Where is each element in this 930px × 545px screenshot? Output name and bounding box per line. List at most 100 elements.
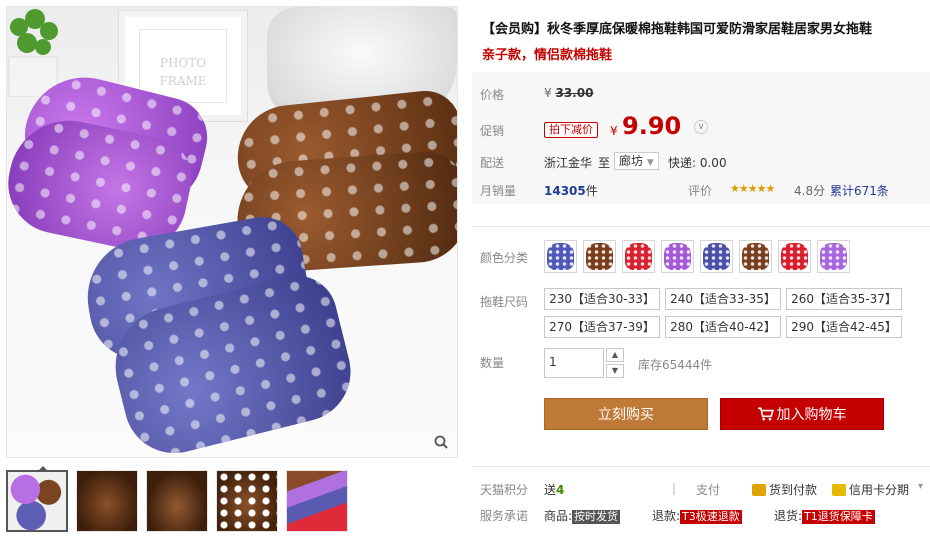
main-product-image[interactable]: PHOTO FRAME <box>6 6 458 458</box>
size-option-240[interactable]: 240【适合33-35】 <box>665 288 781 310</box>
divider <box>472 226 930 227</box>
divider <box>472 466 930 467</box>
destination-value: 廊坊 <box>619 154 644 168</box>
service-refund[interactable]: 退款: T3极速退款 <box>652 507 742 524</box>
quantity-label: 数量 <box>480 356 505 370</box>
product-detail-panel: 【会员购】秋冬季厚底保暖棉拖鞋韩国可爱防滑家居鞋居家男女拖鞋 亲子款，情侣款棉拖… <box>472 0 930 545</box>
original-price-value: 33.00 <box>555 86 594 100</box>
quantity-input[interactable]: 1 <box>544 348 604 378</box>
original-price: ¥ 33.00 <box>544 86 593 100</box>
price-box: 价格 ¥ 33.00 促销 拍下减价 ¥ 9.90 ∨ 配送 浙江金华 至 廊坊… <box>472 72 930 204</box>
promo-currency: ¥ <box>610 124 618 138</box>
color-swatch-2[interactable] <box>583 240 616 273</box>
credit-option[interactable]: 信用卡分期 <box>832 481 909 498</box>
swatch-image <box>742 243 769 270</box>
service-row: 服务承诺 <box>480 507 528 524</box>
frame-text-line2: FRAME <box>159 74 207 88</box>
color-swatch-6[interactable] <box>739 240 772 273</box>
thumbnail-4[interactable] <box>216 470 278 532</box>
thumbnail-3[interactable] <box>146 470 208 532</box>
pay-separator: | <box>672 481 677 495</box>
points-number: 4 <box>556 483 565 497</box>
credit-card-icon <box>832 484 846 496</box>
points-row: 天猫积分 送4 <box>480 481 564 498</box>
points-text: 送 <box>544 483 557 497</box>
refund-tag: T3极速退款 <box>680 510 742 524</box>
quantity-decrease-button[interactable]: ▼ <box>606 364 624 378</box>
promo-tag: 拍下减价 <box>544 122 598 138</box>
shipping-label: 配送 <box>480 156 505 170</box>
color-swatch-list <box>544 240 850 273</box>
return-tag: T1退货保障卡 <box>802 510 875 524</box>
cod-option[interactable]: 货到付款 <box>752 481 817 498</box>
refund-label: 退款: <box>652 509 681 523</box>
promo-price: 9.90 <box>622 112 682 140</box>
express-fee: 快递: 0.00 <box>668 156 727 170</box>
service-goods[interactable]: 商品: 按时发货 <box>544 507 621 524</box>
thumbnail-2[interactable] <box>76 470 138 532</box>
size-option-230[interactable]: 230【适合30-33】 <box>544 288 660 310</box>
return-label: 退货: <box>774 509 803 523</box>
price-label: 价格 <box>480 88 505 102</box>
cod-icon <box>752 484 766 496</box>
stock-text: 库存65444件 <box>638 358 713 372</box>
rating-stars: ★★★★★ <box>730 182 775 195</box>
swatch-image <box>820 243 847 270</box>
color-swatch-4[interactable] <box>661 240 694 273</box>
goods-tag: 按时发货 <box>572 510 621 524</box>
cod-label: 货到付款 <box>769 483 818 497</box>
buy-now-button[interactable]: 立刻购买 <box>544 398 708 430</box>
add-to-cart-label: 加入购物车 <box>776 407 847 423</box>
swatch-image <box>547 243 574 270</box>
goods-label: 商品: <box>544 509 573 523</box>
size-option-260[interactable]: 260【适合35-37】 <box>786 288 902 310</box>
points-label: 天猫积分 <box>480 483 529 497</box>
promo-label: 促销 <box>480 124 505 138</box>
cart-icon <box>757 407 774 421</box>
thumbnail-strip <box>6 466 348 536</box>
swatch-image <box>586 243 613 270</box>
shipping-to-word: 至 <box>598 156 611 170</box>
pay-label: 支付 <box>696 483 721 497</box>
size-label: 拖鞋尺码 <box>480 295 529 309</box>
size-option-270[interactable]: 270【适合37-39】 <box>544 316 660 338</box>
sales-label: 月销量 <box>480 184 517 198</box>
swatch-image <box>781 243 808 270</box>
original-currency: ¥ <box>544 86 552 100</box>
chevron-down-icon[interactable]: ∨ <box>694 120 708 134</box>
service-return[interactable]: 退货: T1退货保障卡 <box>774 507 875 524</box>
product-subtitle: 亲子款，情侣款棉拖鞋 <box>482 48 613 63</box>
rating-score: 4.8分 <box>794 184 826 198</box>
product-title: 【会员购】秋冬季厚底保暖棉拖鞋韩国可爱防滑家居鞋居家男女拖鞋 <box>482 22 873 37</box>
monthly-sales: 14305件 <box>544 182 598 199</box>
magnifier-icon[interactable] <box>433 435 449 451</box>
color-swatch-7[interactable] <box>778 240 811 273</box>
size-option-list: 230【适合30-33】 240【适合33-35】 260【适合35-37】 2… <box>544 288 902 338</box>
destination-select[interactable]: 廊坊 ▼ <box>614 152 659 170</box>
color-swatch-8[interactable] <box>817 240 850 273</box>
swatch-image <box>625 243 652 270</box>
size-option-290[interactable]: 290【适合42-45】 <box>786 316 902 338</box>
quantity-increase-button[interactable]: ▲ <box>606 348 624 362</box>
thumbnail-5[interactable] <box>286 470 348 532</box>
swatch-image <box>703 243 730 270</box>
rating-label: 评价 <box>688 184 713 198</box>
sales-unit: 件 <box>585 184 598 198</box>
color-swatch-3[interactable] <box>622 240 655 273</box>
sales-count: 14305 <box>544 184 586 198</box>
add-to-cart-button[interactable]: 加入购物车 <box>720 398 884 430</box>
review-count-link[interactable]: 累计671条 <box>830 182 889 199</box>
size-option-280[interactable]: 280【适合40-42】 <box>665 316 781 338</box>
caret-down-icon: ▼ <box>646 158 654 168</box>
service-label: 服务承诺 <box>480 509 529 523</box>
color-swatch-5[interactable] <box>700 240 733 273</box>
shipping-from: 浙江金华 <box>544 156 593 170</box>
color-swatch-1[interactable] <box>544 240 577 273</box>
chevron-down-icon[interactable]: ▾ <box>918 481 923 492</box>
credit-label: 信用卡分期 <box>849 483 910 497</box>
frame-text-line1: PHOTO <box>159 56 207 70</box>
active-thumb-indicator <box>38 466 48 471</box>
color-label: 颜色分类 <box>480 251 529 265</box>
swatch-image <box>664 243 691 270</box>
thumbnail-1[interactable] <box>6 470 68 532</box>
